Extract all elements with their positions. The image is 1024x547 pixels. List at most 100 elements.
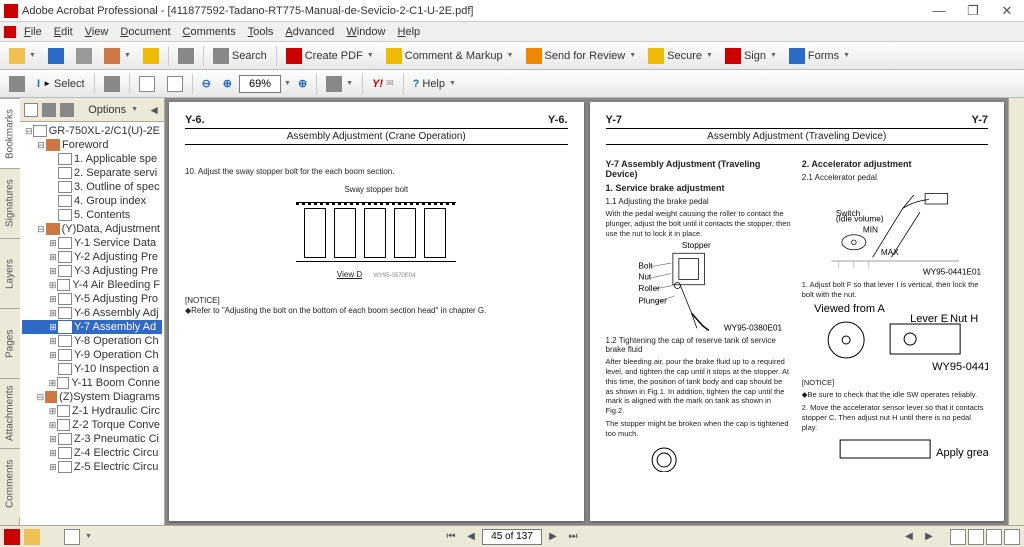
bookmark-item[interactable]: ⊞Y-1 Service Data [22, 236, 162, 250]
bookmark-icon[interactable] [24, 103, 38, 117]
zoom-out[interactable]: ⊖ [197, 73, 216, 95]
secure-button[interactable]: Secure▼ [643, 45, 718, 67]
snapshot-tool[interactable] [99, 73, 125, 95]
zoom-fit[interactable] [162, 73, 188, 95]
bookmark-item[interactable]: 3. Outline of spec [22, 180, 162, 194]
rotate-button[interactable]: ▼ [321, 73, 358, 95]
options-menu[interactable]: Options [88, 104, 126, 116]
save-button[interactable] [43, 45, 69, 67]
toolbar-secondary: I►Select ⊖ ⊕ ▼ ⊕ ▼ Y!✉ ?Help▼ [0, 70, 1024, 98]
tab-comments[interactable]: Comments [0, 448, 20, 518]
accelerator-diagram: Switch (Idle volume) MIN MAX [802, 186, 988, 276]
bookmark-item[interactable]: ⊟(Y)Data, Adjustment [22, 222, 162, 236]
bookmark-item[interactable]: 4. Group index [22, 194, 162, 208]
prev-page-button[interactable]: ◀ [462, 529, 480, 545]
help-button[interactable]: ?Help▼ [408, 73, 461, 95]
layout-single-icon[interactable] [950, 529, 966, 545]
zoom-input[interactable] [239, 75, 281, 93]
sb-page-dropdown[interactable]: ▼ [85, 533, 92, 540]
last-page-button[interactable]: ⏭ [564, 529, 582, 545]
bookmark-item[interactable]: 2. Separate servi [22, 166, 162, 180]
menubar: FFileile Edit View Document Comments Too… [0, 22, 1024, 42]
bookmark-item[interactable]: ⊞Z-2 Torque Conve [22, 418, 162, 432]
sign-button[interactable]: Sign▼ [720, 45, 782, 67]
sb-folder-icon[interactable] [24, 529, 40, 545]
open-button[interactable]: ▼ [4, 45, 41, 67]
bookmark-item[interactable]: ⊞Z-3 Pneumatic Ci [22, 432, 162, 446]
send-review-button[interactable]: Send for Review▼ [521, 45, 642, 67]
menu-document[interactable]: Document [114, 24, 176, 40]
new-bookmark-icon[interactable] [42, 103, 56, 117]
forward-button[interactable]: ▶ [920, 529, 938, 545]
bookmark-item[interactable]: 1. Applicable spe [22, 152, 162, 166]
zoom-in[interactable]: ⊕ [218, 73, 237, 95]
svg-text:Nut: Nut [638, 273, 652, 282]
bookmark-item[interactable]: ⊞Y-3 Adjusting Pre [22, 264, 162, 278]
print-button[interactable] [71, 45, 97, 67]
bookmark-item[interactable]: ⊞Y-4 Air Bleeding F [22, 278, 162, 292]
vertical-scrollbar[interactable] [1008, 98, 1024, 525]
search-button[interactable]: Search [208, 45, 272, 67]
bookmark-item[interactable]: ⊞Y-5 Adjusting Pro [22, 292, 162, 306]
bookmark-item[interactable]: ⊞Z-1 Hydraulic Circ [22, 404, 162, 418]
collapse-icon[interactable]: ◄ [148, 103, 160, 117]
menu-window[interactable]: Window [340, 24, 391, 40]
first-page-button[interactable]: ⏮ [442, 529, 460, 545]
bookmark-item[interactable]: 5. Contents [22, 208, 162, 222]
document-view[interactable]: Y-6. Y-6. Assembly Adjustment (Crane Ope… [165, 98, 1008, 525]
zoom-dropdown[interactable]: ▼ [284, 80, 291, 87]
maximize-button[interactable]: ❐ [960, 2, 986, 20]
menu-tools[interactable]: Tools [242, 24, 280, 40]
layout-facing-icon[interactable] [986, 529, 1002, 545]
tab-bookmarks[interactable]: Bookmarks [0, 98, 20, 168]
bookmark-item[interactable]: ⊞Y-9 Operation Ch [22, 348, 162, 362]
sb-binder-icon[interactable] [4, 529, 20, 545]
menu-view[interactable]: View [79, 24, 115, 40]
email-button[interactable] [138, 45, 164, 67]
minimize-button[interactable]: — [926, 2, 952, 20]
back-button[interactable]: ◀ [900, 529, 918, 545]
page-right: Y-7 Y-7 Assembly Adjustment (Traveling D… [590, 102, 1005, 521]
bookmark-item[interactable]: ⊞Y-7 Assembly Ad [22, 320, 162, 334]
tab-pages[interactable]: Pages [0, 308, 20, 378]
menu-file[interactable]: FFileile [18, 24, 48, 40]
menu-help[interactable]: Help [392, 24, 427, 40]
page-navigation: ⏮ ◀ ▶ ⏭ [442, 529, 582, 545]
bookmark-item[interactable]: ⊞Z-5 Electric Circu [22, 460, 162, 474]
forms-button[interactable]: Forms▼ [784, 45, 855, 67]
bookmark-item[interactable]: ⊟(Z)System Diagrams [22, 390, 162, 404]
delete-bookmark-icon[interactable] [60, 103, 74, 117]
scan-button[interactable] [173, 45, 199, 67]
tab-signatures[interactable]: Signatures [0, 168, 20, 238]
app-icon [4, 4, 18, 18]
tab-attachments[interactable]: Attachments [0, 378, 20, 448]
bookmark-item[interactable]: ⊞Z-4 Electric Circu [22, 446, 162, 460]
page-number-input[interactable] [482, 529, 542, 545]
tab-layers[interactable]: Layers [0, 238, 20, 308]
comment-markup-button[interactable]: Comment & Markup▼ [381, 45, 519, 67]
menu-edit[interactable]: Edit [48, 24, 79, 40]
next-page-button[interactable]: ▶ [544, 529, 562, 545]
menu-comments[interactable]: Comments [177, 24, 242, 40]
layout-continuous-icon[interactable] [968, 529, 984, 545]
bookmark-item[interactable]: ⊟Foreword [22, 138, 162, 152]
menu-advanced[interactable]: Advanced [279, 24, 340, 40]
bookmark-item[interactable]: ⊞Y-6 Assembly Adj [22, 306, 162, 320]
layout-continuous-facing-icon[interactable] [1004, 529, 1020, 545]
sb-page-icon[interactable] [64, 529, 80, 545]
create-pdf-button[interactable]: Create PDF▼ [281, 45, 379, 67]
yahoo-button[interactable]: Y!✉ [367, 73, 399, 95]
close-button[interactable]: ✕ [994, 2, 1020, 20]
diagram-sway-stopper [296, 202, 456, 262]
select-tool[interactable]: I►Select [32, 73, 90, 95]
bookmark-item[interactable]: ⊞Y-8 Operation Ch [22, 334, 162, 348]
bookmark-item[interactable]: ⊞Y-2 Adjusting Pre [22, 250, 162, 264]
zoom-marquee[interactable]: ⊕ [293, 73, 312, 95]
bookmark-root[interactable]: ⊟ GR-750XL-2/C1(U)-2E [22, 124, 162, 138]
bookmark-item[interactable]: ⊞Y-11 Boom Conne [22, 376, 162, 390]
hand-tool[interactable] [4, 73, 30, 95]
cap-diagram [606, 442, 792, 472]
bookmark-item[interactable]: Y-10 Inspection a [22, 362, 162, 376]
zoom-actual[interactable] [134, 73, 160, 95]
organizer-button[interactable]: ▼ [99, 45, 136, 67]
